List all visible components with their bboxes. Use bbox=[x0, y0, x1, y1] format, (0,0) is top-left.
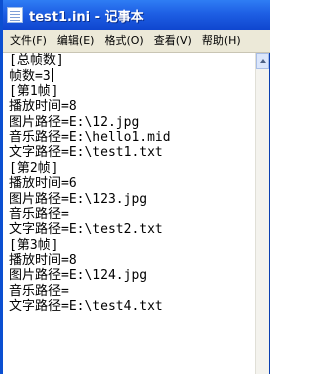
window-title: test1.ini - 记事本 bbox=[29, 9, 144, 25]
text-line: 文字路径=E:\test1.txt bbox=[9, 145, 163, 161]
menu-file[interactable]: 文件(F) bbox=[3, 31, 52, 51]
text-line: 播放时间=6 bbox=[9, 176, 77, 192]
text-line: 图片路径=E:\12.jpg bbox=[9, 114, 140, 130]
text-line: [第1帧] bbox=[9, 83, 59, 99]
text-line: 图片路径=E:\123.jpg bbox=[9, 191, 148, 207]
text-line: 音乐路径= bbox=[9, 206, 69, 222]
vertical-scrollbar[interactable] bbox=[255, 53, 269, 374]
text-line: 播放时间=8 bbox=[9, 99, 77, 115]
menu-view[interactable]: 查看(V) bbox=[149, 31, 197, 51]
text-caret bbox=[51, 68, 53, 83]
menu-format[interactable]: 格式(O) bbox=[99, 31, 148, 51]
text-line: 音乐路径= bbox=[9, 283, 69, 299]
menu-help[interactable]: 帮助(H) bbox=[197, 31, 246, 51]
text-line: 文字路径=E:\test2.txt bbox=[9, 222, 163, 238]
menu-bar: 文件(F) 编辑(E) 格式(O) 查看(V) 帮助(H) bbox=[3, 30, 270, 53]
text-line: 播放时间=8 bbox=[9, 253, 77, 269]
title-bar[interactable]: test1.ini - 记事本 bbox=[3, 0, 270, 30]
text-line: 图片路径=E:\124.jpg bbox=[9, 268, 148, 284]
text-line: [总帧数] bbox=[9, 53, 64, 68]
notepad-icon bbox=[7, 7, 23, 23]
text-editor[interactable]: [总帧数] 帧数=3 [第1帧] 播放时间=8 图片路径=E:\12.jpg 音… bbox=[3, 53, 256, 374]
notepad-window: test1.ini - 记事本 文件(F) 编辑(E) 格式(O) 查看(V) … bbox=[0, 0, 270, 374]
scroll-up-button[interactable] bbox=[256, 53, 269, 69]
text-line: 文字路径=E:\test4.txt bbox=[9, 299, 163, 315]
menu-edit[interactable]: 编辑(E) bbox=[52, 31, 100, 51]
text-line: [第3帧] bbox=[9, 237, 59, 253]
text-line: 帧数=3 bbox=[9, 68, 53, 85]
text-line: [第2帧] bbox=[9, 160, 59, 176]
text-line: 音乐路径=E:\hello1.mid bbox=[9, 129, 171, 145]
